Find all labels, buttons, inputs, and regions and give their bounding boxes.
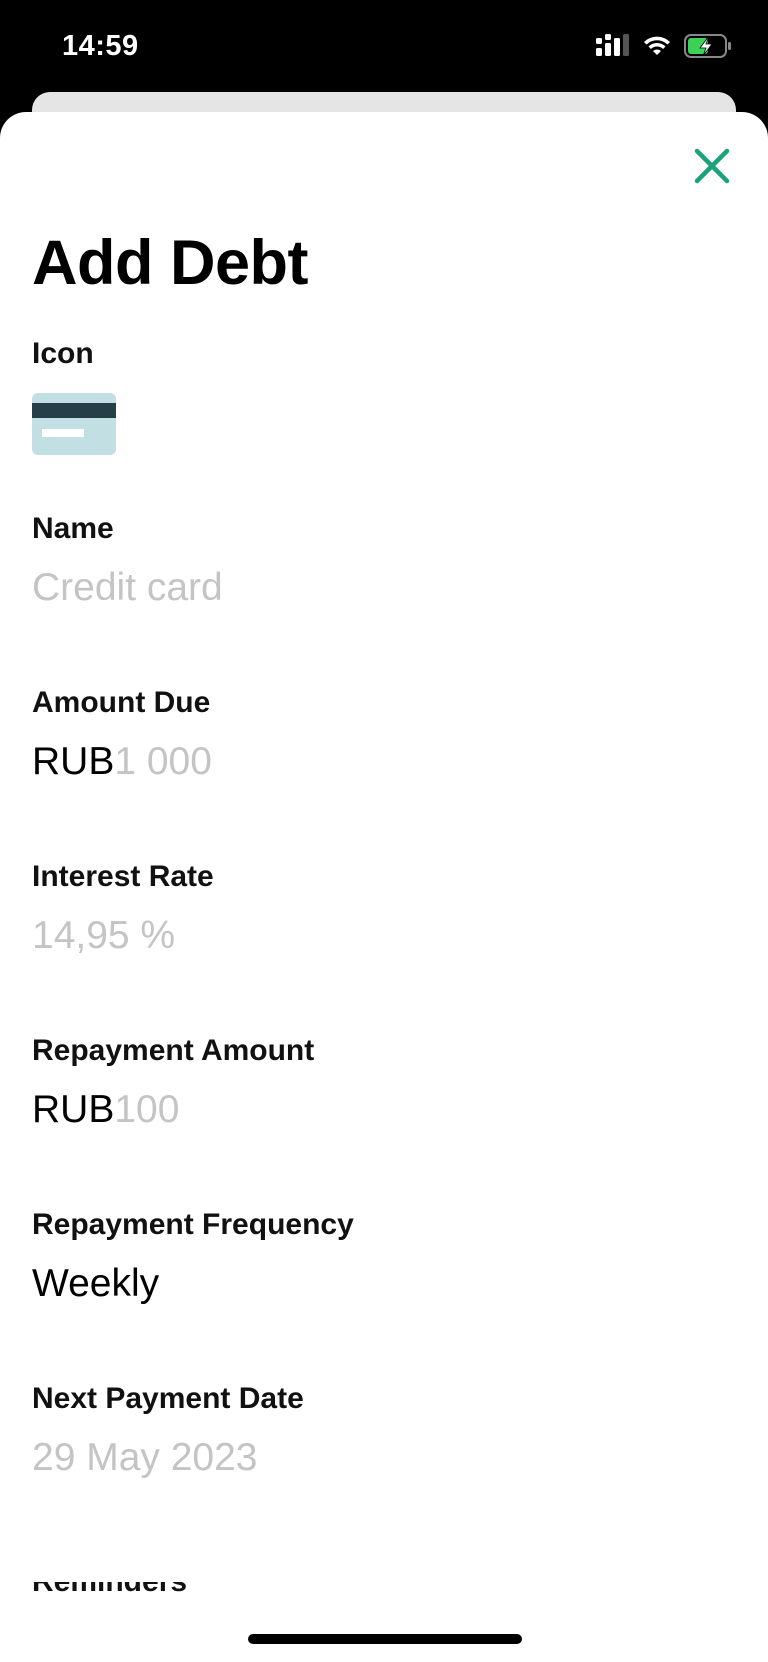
repayment-amount-field: Repayment Amount RUB100 [32,1034,732,1132]
battery-charging-icon [684,34,732,63]
icon-field: Icon [32,337,732,455]
next-payment-date-placeholder: 29 May 2023 [32,1436,258,1479]
interest-rate-input[interactable]: 14,95 % [32,914,732,958]
interest-rate-field: Interest Rate 14,95 % [32,860,732,958]
name-label: Name [32,512,114,545]
status-icons [596,34,732,63]
credit-card-icon[interactable] [32,393,116,455]
interest-rate-placeholder: 14,95 % [32,914,176,957]
name-placeholder: Credit card [32,566,223,609]
repayment-frequency-field: Repayment Frequency Weekly [32,1208,732,1306]
amount-due-label: Amount Due [32,686,211,719]
interest-rate-label: Interest Rate [32,860,214,893]
repayment-amount-currency: RUB [32,1088,115,1131]
next-payment-date-picker[interactable]: 29 May 2023 [32,1436,732,1480]
page-title: Add Debt [32,228,308,298]
next-payment-date-label: Next Payment Date [32,1382,304,1415]
icon-label: Icon [32,337,94,370]
name-input[interactable]: Credit card [32,566,732,610]
repayment-frequency-label: Repayment Frequency [32,1208,354,1241]
add-debt-sheet: Add Debt Icon Name Credit card Amount Du… [0,112,768,1662]
status-bar: 14:59 [0,0,768,96]
close-icon [694,148,730,189]
status-time: 14:59 [62,30,139,62]
repayment-amount-label: Repayment Amount [32,1034,315,1067]
wifi-icon [642,35,672,62]
repayment-amount-input[interactable]: RUB100 [32,1088,732,1132]
home-indicator[interactable] [248,1634,522,1644]
next-payment-date-field: Next Payment Date 29 May 2023 [32,1382,732,1480]
close-button[interactable] [686,142,738,194]
reminders-label: Reminders [32,1582,187,1602]
repayment-frequency-select[interactable]: Weekly [32,1262,732,1306]
amount-due-placeholder: 1 000 [114,740,212,783]
amount-due-field: Amount Due RUB1 000 [32,686,732,784]
signal-icon [596,34,630,63]
amount-due-input[interactable]: RUB1 000 [32,740,732,784]
name-field: Name Credit card [32,512,732,610]
amount-due-currency: RUB [32,740,115,783]
repayment-amount-placeholder: 100 [114,1088,180,1131]
